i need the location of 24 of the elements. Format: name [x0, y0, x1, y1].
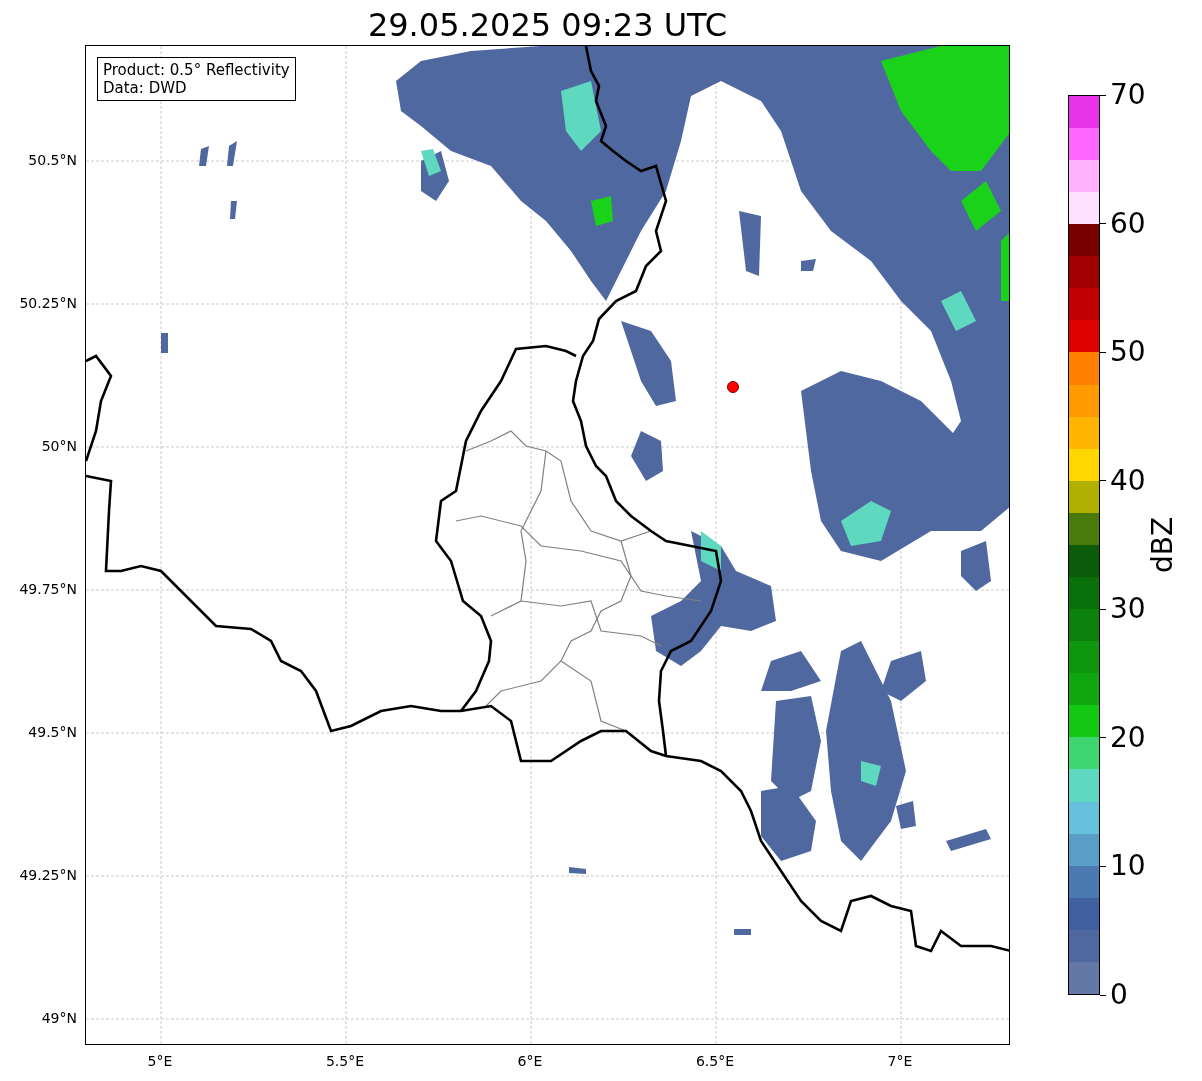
plot-title: 29.05.2025 09:23 UTC [366, 5, 729, 45]
colorbar-tick-label: 20 [1110, 722, 1146, 753]
colorbar-label: dBZ [1145, 516, 1179, 574]
colorbar-tick-label: 60 [1110, 208, 1146, 239]
colorbar-tick-label: 70 [1110, 80, 1146, 110]
latitude-label: 49.75°N [19, 581, 77, 597]
annotation-text: Data: DWD [103, 79, 188, 97]
longitude-label: 7°E [887, 1053, 913, 1069]
latitude-label: 49.25°N [19, 867, 77, 883]
latitude-label: 50.5°N [28, 152, 77, 168]
annotation-text: Product: 0.5° Reflectivity [103, 61, 290, 79]
longitude-label: 6.5°E [695, 1053, 735, 1069]
longitude-label: 6°E [517, 1053, 543, 1069]
longitude-label: 5°E [147, 1053, 173, 1069]
latitude-label: 49°N [41, 1010, 77, 1026]
colorbar-tick-label: 50 [1110, 337, 1146, 368]
latitude-label: 50°N [41, 438, 77, 454]
colorbar-tick-label: 30 [1110, 594, 1146, 625]
longitude-label: 5.5°E [325, 1053, 365, 1069]
latitude-label: 49.5°N [28, 724, 77, 740]
latitude-label: 50.25°N [19, 295, 77, 311]
colorbar-tick-label: 40 [1110, 465, 1146, 496]
colorbar-tick-label: 0 [1110, 980, 1128, 1010]
colorbar-tick-label: 10 [1110, 851, 1146, 882]
